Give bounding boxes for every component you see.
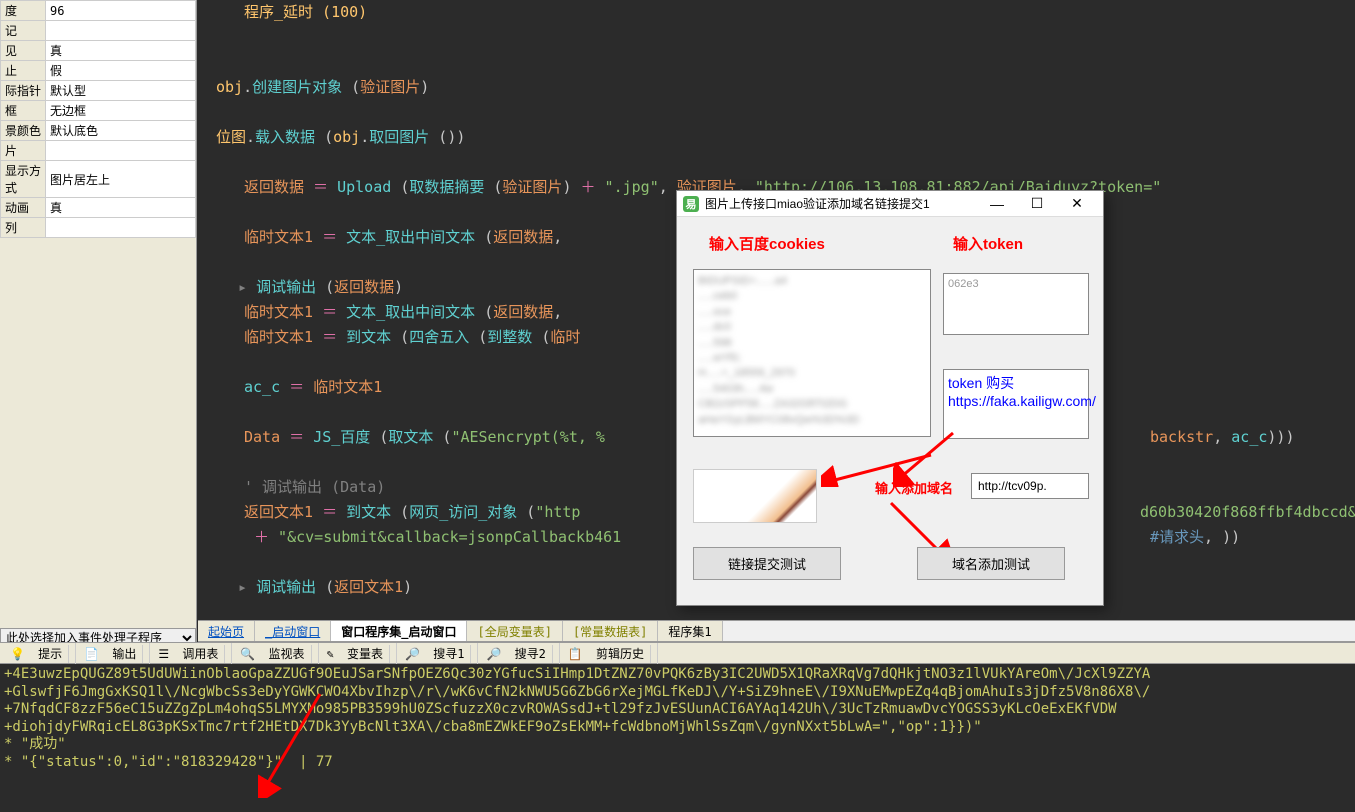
output-pane[interactable]: +4E3uwzEpQUGZ89t5UdUWiinOblaoGpaZZUGf9OE… (0, 664, 1355, 812)
tab-window[interactable]: _启动窗口 (255, 621, 331, 641)
tool-output[interactable]: 📄 输出 (78, 643, 150, 664)
label-cookies: 输入百度cookies (709, 233, 825, 254)
captcha-preview (693, 469, 817, 523)
close-button[interactable]: ✕ (1057, 195, 1097, 212)
prop-row[interactable]: 止假 (1, 61, 196, 81)
tool-find2[interactable]: 🔎 搜寻2 (480, 643, 559, 664)
add-domain-test-button[interactable]: 域名添加测试 (917, 547, 1065, 580)
domain-input[interactable] (971, 473, 1089, 499)
editor-tabs: 起始页 _启动窗口 窗口程序集_启动窗口 [全局变量表] [常量数据表] 程序集… (198, 620, 1355, 642)
label-token: 输入token (953, 233, 1023, 254)
prop-row[interactable]: 片 (1, 141, 196, 161)
output-line: * "成功" (4, 736, 1351, 754)
tool-hint[interactable]: 💡 提示 (4, 643, 76, 664)
cookies-textarea[interactable]: BIDUPSID=......a4 .....ceb0 .....oce ...… (693, 269, 931, 437)
maximize-button[interactable]: ☐ (1017, 195, 1057, 212)
prop-row[interactable]: 列 (1, 218, 196, 238)
output-line: +diohjdyFWRqicEL8G3pKSxTmc7rtf2HEtDX7Dk3… (4, 719, 1351, 737)
dialog-title-text: 图片上传接口miao验证添加域名链接提交1 (705, 195, 930, 212)
prop-row[interactable]: 框无边框 (1, 101, 196, 121)
label-add-domain: 输入添加域名 (875, 478, 953, 497)
app-icon: 易 (683, 196, 699, 212)
tab-globals[interactable]: [全局变量表] (467, 621, 562, 641)
prop-row[interactable]: 际指针默认型 (1, 81, 196, 101)
tab-start[interactable]: 起始页 (198, 621, 255, 641)
tab-consts[interactable]: [常量数据表] (563, 621, 658, 641)
output-line: +GlswfjF6JmgGxKSQ1l\/NcgWbcSs3eDyYGWKCWO… (4, 684, 1351, 702)
output-line: +4E3uwzEpQUGZ89t5UdUWiinOblaoGpaZZUGf9OE… (4, 666, 1351, 684)
prop-row[interactable]: 度96 (1, 1, 196, 21)
tool-vars[interactable]: ✎ 变量表 (321, 643, 397, 664)
code-line: 程序_延时 (100) (244, 3, 367, 21)
tools-bar: 💡 提示 📄 输出 ☰ 调用表 🔍 监视表 ✎ 变量表 🔎 搜寻1 🔎 搜寻2 … (0, 642, 1355, 664)
prop-row[interactable]: 动画真 (1, 198, 196, 218)
tab-procset1[interactable]: 程序集1 (658, 621, 722, 641)
minimize-button[interactable]: — (977, 196, 1017, 212)
tab-procset[interactable]: 窗口程序集_启动窗口 (331, 621, 467, 641)
prop-row[interactable]: 显示方式图片居左上 (1, 161, 196, 198)
output-line: * "{"status":0,"id":"818329428"}" | 77 (4, 754, 1351, 772)
tool-find1[interactable]: 🔎 搜寻1 (399, 643, 478, 664)
property-panel: 度96记见真止假际指针默认型框无边框景颜色默认底色片显示方式图片居左上动画真列 … (0, 0, 197, 699)
prop-row[interactable]: 景颜色默认底色 (1, 121, 196, 141)
tool-calls[interactable]: ☰ 调用表 (152, 643, 232, 664)
tool-clip[interactable]: 📋 剪辑历史 (562, 643, 658, 664)
output-line: +7NfqdCF8zzF56eC15uZZgZpLm4ohqS5LMYXMo98… (4, 701, 1351, 719)
token-buy-link[interactable]: token 购买 https://faka.kailigw.com/ (943, 369, 1089, 439)
prop-row[interactable]: 见真 (1, 41, 196, 61)
dialog-titlebar[interactable]: 易 图片上传接口miao验证添加域名链接提交1 — ☐ ✕ (677, 191, 1103, 217)
token-textarea[interactable]: 062e3 (943, 273, 1089, 335)
tool-watch[interactable]: 🔍 监视表 (234, 643, 318, 664)
property-table: 度96记见真止假际指针默认型框无边框景颜色默认底色片显示方式图片居左上动画真列 (0, 0, 196, 238)
prop-row[interactable]: 记 (1, 21, 196, 41)
upload-dialog: 易 图片上传接口miao验证添加域名链接提交1 — ☐ ✕ 输入百度cookie… (676, 190, 1104, 606)
submit-test-button[interactable]: 链接提交测试 (693, 547, 841, 580)
